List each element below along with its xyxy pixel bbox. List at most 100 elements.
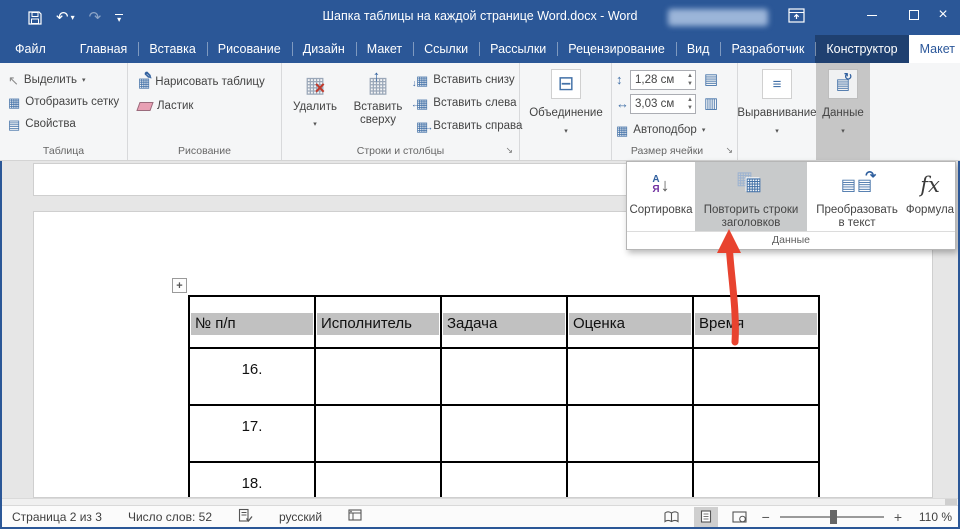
number-cell[interactable]: 18. <box>189 462 315 498</box>
distribute-rows-icon[interactable]: ▤ <box>704 73 718 86</box>
empty-cell[interactable] <box>693 462 819 498</box>
delete-button[interactable]: ▦ × Удалить ▾ <box>286 67 344 131</box>
header-cell[interactable]: Задача <box>441 296 567 348</box>
insert-below-button[interactable]: ▦ ↓ Вставить снизу <box>416 70 515 90</box>
data-dropdown-menu: АЯ ↓ Сортировка ▦ ▦ Повторить строки заг… <box>626 161 956 250</box>
repeat-header-rows-button[interactable]: ▦ ▦ Повторить строки заголовков <box>695 162 807 231</box>
tab-references[interactable]: Ссылки <box>413 35 479 63</box>
header-cell[interactable]: Оценка <box>567 296 693 348</box>
number-cell[interactable]: 17. <box>189 405 315 462</box>
tab-insert[interactable]: Вставка <box>138 35 206 63</box>
ribbon-display-options-button[interactable] <box>788 8 805 28</box>
distribute-cols-icon[interactable]: ▥ <box>704 97 718 110</box>
zoom-in-button[interactable]: + <box>894 509 902 525</box>
group-alignment: ≡ Выравнивание ▾ <box>738 63 816 160</box>
empty-cell[interactable] <box>315 348 441 405</box>
tab-review[interactable]: Рецензирование <box>557 35 676 63</box>
zoom-slider-thumb[interactable] <box>830 510 837 524</box>
empty-cell[interactable] <box>441 462 567 498</box>
minimize-button[interactable] <box>855 0 889 30</box>
macro-record-button[interactable] <box>348 509 362 524</box>
view-gridlines-button[interactable]: ▦ Отобразить сетку <box>8 92 119 112</box>
tab-design[interactable]: Дизайн <box>292 35 356 63</box>
group-label-rows-columns: Строки и столбцы <box>282 145 519 157</box>
empty-cell[interactable] <box>567 405 693 462</box>
minimize-icon <box>867 15 877 16</box>
close-button[interactable]: × <box>926 0 960 30</box>
dialog-launcher-icon[interactable]: ↘ <box>505 145 513 156</box>
tab-file[interactable]: Файл <box>0 35 61 63</box>
eraser-button[interactable]: Ластик <box>138 96 193 116</box>
empty-cell[interactable] <box>567 462 693 498</box>
horizontal-scrollbar[interactable] <box>0 498 960 505</box>
proofing-status-button[interactable] <box>238 508 253 526</box>
autofit-button[interactable]: ▦ Автоподбор ▾ <box>616 120 705 140</box>
formula-button[interactable]: fx Формула <box>907 162 953 231</box>
properties-button[interactable]: ▤ Свойства <box>8 114 76 134</box>
alignment-button[interactable]: ≡ Выравнивание ▾ <box>738 69 816 138</box>
web-layout-button[interactable] <box>728 507 752 527</box>
select-button[interactable]: ↖ Выделить ▾ <box>8 70 85 90</box>
page-2[interactable]: + № п/п Исполнитель Задача Оценка Время … <box>33 211 933 498</box>
insert-left-icon: ▦ ← <box>416 97 428 110</box>
spinner-arrows[interactable]: ▲▼ <box>687 96 693 112</box>
tab-layout[interactable]: Макет <box>356 35 413 63</box>
tab-draw[interactable]: Рисование <box>207 35 292 63</box>
empty-cell[interactable] <box>693 405 819 462</box>
word-count[interactable]: Число слов: 52 <box>128 510 212 524</box>
chevron-down-icon: ▾ <box>82 76 86 84</box>
sort-button[interactable]: АЯ ↓ Сортировка <box>627 162 695 231</box>
page-indicator[interactable]: Страница 2 из 3 <box>12 510 102 524</box>
insert-above-button[interactable]: ▦ ↑ Вставить сверху <box>346 67 410 127</box>
empty-cell[interactable] <box>315 462 441 498</box>
empty-cell[interactable] <box>441 405 567 462</box>
row-height-input[interactable]: 1,28 см ▲▼ <box>630 70 696 90</box>
tab-view[interactable]: Вид <box>676 35 721 63</box>
number-cell[interactable]: 16. <box>189 348 315 405</box>
zoom-out-button[interactable]: − <box>762 509 770 525</box>
tab-developer[interactable]: Разработчик <box>720 35 815 63</box>
tab-mailings[interactable]: Рассылки <box>479 35 557 63</box>
dialog-launcher-icon[interactable]: ↘ <box>725 145 733 156</box>
tab-home[interactable]: Главная <box>69 35 139 63</box>
print-layout-button[interactable] <box>694 507 718 527</box>
header-cell[interactable]: Исполнитель <box>315 296 441 348</box>
insert-below-icon: ▦ ↓ <box>416 74 428 87</box>
web-layout-icon <box>732 511 747 523</box>
zoom-slider[interactable] <box>780 516 884 518</box>
empty-cell[interactable] <box>315 405 441 462</box>
autofit-icon: ▦ <box>616 124 628 137</box>
insert-left-button[interactable]: ▦ ← Вставить слева <box>416 93 516 113</box>
repeat-label-line1: Повторить строки <box>704 204 799 217</box>
spinner-arrows[interactable]: ▲▼ <box>687 72 693 88</box>
data-menu-group-label: Данные <box>627 231 955 249</box>
merge-label: Объединение <box>529 107 603 120</box>
tab-table-design[interactable]: Конструктор <box>815 35 908 63</box>
merge-button[interactable]: ⊟ Объединение ▾ <box>528 69 604 138</box>
group-merge: ⊟ Объединение ▾ <box>520 63 612 160</box>
empty-cell[interactable] <box>567 348 693 405</box>
insert-right-button[interactable]: ▦ → Вставить справа <box>416 116 522 136</box>
group-drawing: ▦ ✎ Нарисовать таблицу Ластик Рисование <box>128 63 282 160</box>
col-width-input[interactable]: 3,03 см ▲▼ <box>630 94 696 114</box>
alignment-label: Выравнивание <box>737 107 816 120</box>
ribbon-display-options-icon <box>788 8 805 23</box>
eraser-label: Ластик <box>157 100 193 112</box>
annotation-arrow <box>700 226 764 348</box>
header-cell[interactable]: № п/п <box>189 296 315 348</box>
language-indicator[interactable]: русский <box>279 510 322 524</box>
table-move-handle[interactable]: + <box>172 278 187 293</box>
insert-right-label: Вставить справа <box>433 120 522 132</box>
insert-above-label-2: сверху <box>360 114 396 127</box>
convert-to-text-button[interactable]: ▤▤ ↷ Преобразовать в текст <box>807 162 907 231</box>
convert-label-line1: Преобразовать <box>816 204 898 217</box>
empty-cell[interactable] <box>693 348 819 405</box>
merge-icon: ⊟ <box>551 69 581 99</box>
read-mode-button[interactable] <box>660 507 684 527</box>
table-row: 17. <box>189 405 819 462</box>
empty-cell[interactable] <box>441 348 567 405</box>
zoom-level[interactable]: 110 % <box>912 510 952 524</box>
draw-table-button[interactable]: ▦ ✎ Нарисовать таблицу <box>138 72 265 92</box>
tab-table-layout-active[interactable]: Макет <box>909 35 960 63</box>
data-button[interactable]: ▤ ↻ Данные ▾ <box>816 69 870 138</box>
